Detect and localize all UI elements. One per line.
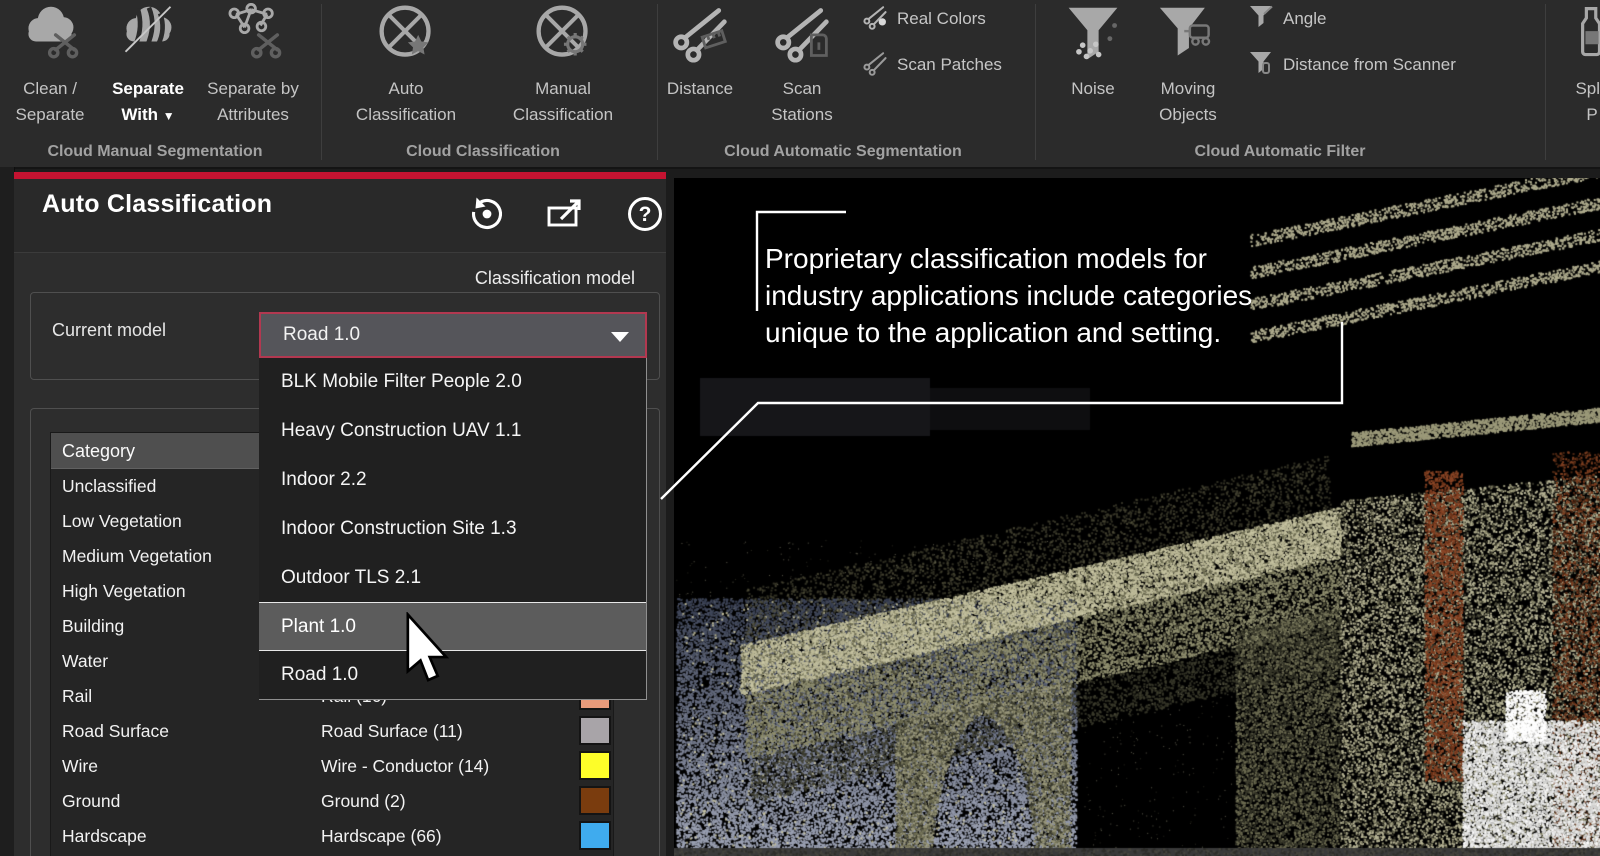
funnel-truck-icon xyxy=(1158,3,1218,68)
classification-model-label: Classification model xyxy=(470,268,640,289)
callout-line: unique to the application and setting. xyxy=(765,314,1350,351)
cloud-scissors-icon xyxy=(20,3,80,68)
category-color-swatch[interactable] xyxy=(579,751,611,780)
ribbon-button-manual-classification[interactable]: ManualClassification xyxy=(493,0,633,140)
panel-title: Auto Classification xyxy=(42,190,272,219)
current-model-select[interactable]: Road 1.0 xyxy=(259,312,647,358)
category-row-road-surface[interactable]: Road Surface Road Surface (11) xyxy=(51,714,613,749)
scissors-doc-icon xyxy=(772,3,832,68)
ribbon-button-label: Separate byAttributes xyxy=(207,76,299,128)
ribbon-button-label: ManualClassification xyxy=(513,76,613,128)
callout-text: Proprietary classification models for in… xyxy=(765,240,1350,351)
category-name: Water xyxy=(62,644,108,679)
dropdown-item-indoor-construction-site-1-3[interactable]: Indoor Construction Site 1.3 xyxy=(259,505,646,554)
dropdown-item-blk-mobile-filter-people-2-0[interactable]: BLK Mobile Filter People 2.0 xyxy=(259,358,646,407)
panel-accent-bar xyxy=(14,172,666,179)
callout-line: industry applications include categories xyxy=(765,277,1350,314)
dropdown-item-outdoor-tls-2-1[interactable]: Outdoor TLS 2.1 xyxy=(259,553,646,602)
ribbon-button-label: SplitP xyxy=(1575,76,1600,128)
category-name: Road Surface xyxy=(62,714,169,749)
ribbon-button-label: Noise xyxy=(1071,76,1114,102)
ribbon-button-angle[interactable]: Angle xyxy=(1248,2,1326,36)
ribbon-button-label: AutoClassification xyxy=(356,76,456,128)
scissors-ruler-icon xyxy=(670,3,730,68)
dropdown-item-indoor-2-2[interactable]: Indoor 2.2 xyxy=(259,456,646,505)
application-window: Clean /Separate SeparateWith ▼ Separate by… xyxy=(0,0,1600,856)
ribbon-button-distance-from-scanner[interactable]: Distance from Scanner xyxy=(1248,48,1456,82)
category-value: Road Surface (11) xyxy=(321,714,463,749)
ribbon-button-split[interactable]: SplitP xyxy=(1522,0,1600,140)
category-value: Hardscape (66) xyxy=(321,819,442,854)
ribbon-button-auto-classification[interactable]: AutoClassification xyxy=(336,0,476,140)
category-name: Ground xyxy=(62,784,120,819)
category-color-swatch[interactable] xyxy=(579,716,611,745)
callout-line: Proprietary classification models for xyxy=(765,240,1350,277)
category-name: Low Vegetation xyxy=(62,504,182,539)
current-model-label: Current model xyxy=(52,320,166,341)
dropdown-item-road-1-0[interactable]: Road 1.0 xyxy=(259,651,646,700)
network-scissors-icon xyxy=(223,3,283,68)
scissors-ball-icon xyxy=(862,4,888,35)
scissors-small-icon xyxy=(862,50,888,81)
ribbon-small-label: Scan Patches xyxy=(897,55,1002,75)
ribbon-button-label: ScanStations xyxy=(771,76,832,128)
category-color-swatch[interactable] xyxy=(579,821,611,850)
ribbon-button-label: SeparateWith ▼ xyxy=(112,76,184,129)
reset-icon[interactable] xyxy=(466,193,508,235)
category-name: High Vegetation xyxy=(62,574,186,609)
chevron-down-icon: ▼ xyxy=(163,109,175,123)
bottle-icon xyxy=(1562,3,1600,68)
left-gutter xyxy=(0,167,15,856)
ribbon-group-title: Cloud Automatic Segmentation xyxy=(724,143,962,161)
funnel-pencil-icon xyxy=(1248,4,1274,35)
ribbon-button-real-colors[interactable]: Real Colors xyxy=(862,2,986,36)
category-name: Wire xyxy=(62,749,98,784)
ribbon-group-title: Cloud Manual Segmentation xyxy=(47,143,262,161)
category-name: Unclassified xyxy=(62,469,156,504)
ribbon-button-moving-objects[interactable]: MovingObjects xyxy=(1118,0,1258,140)
funnel-dots-icon xyxy=(1063,3,1123,68)
ribbon-toolbar: Clean /Separate SeparateWith ▼ Separate by… xyxy=(0,0,1600,169)
ribbon-button-label: MovingObjects xyxy=(1159,76,1217,128)
ribbon-small-label: Real Colors xyxy=(897,9,986,29)
category-color-swatch[interactable] xyxy=(579,786,611,815)
ribbon-button-scan-patches[interactable]: Scan Patches xyxy=(862,48,1002,82)
popout-icon[interactable] xyxy=(544,193,586,235)
dropdown-item-heavy-construction-uav-1-1[interactable]: Heavy Construction UAV 1.1 xyxy=(259,407,646,456)
funnel-scanner-icon xyxy=(1248,50,1274,81)
chevron-down-icon xyxy=(611,332,629,342)
svg-text:?: ? xyxy=(639,203,652,226)
ribbon-small-label: Distance from Scanner xyxy=(1283,55,1456,75)
model-dropdown-list: BLK Mobile Filter People 2.0Heavy Constr… xyxy=(259,358,647,700)
category-name: Rail xyxy=(62,679,92,714)
category-value: Ground (2) xyxy=(321,784,406,819)
header-separator xyxy=(14,252,666,253)
ribbon-group-title: Cloud Automatic Filter xyxy=(1195,143,1366,161)
auto-classification-panel: Auto Classification ? Classification mod… xyxy=(14,172,666,856)
help-icon[interactable]: ? xyxy=(624,193,666,235)
category-row-ground[interactable]: Ground Ground (2) xyxy=(51,784,613,819)
ribbon-small-label: Angle xyxy=(1283,9,1326,29)
ribbon-button-label: Clean /Separate xyxy=(16,76,85,128)
category-row-hardscape[interactable]: Hardscape Hardscape (66) xyxy=(51,819,613,854)
ribbon-button-separate-by-attributes[interactable]: Separate byAttributes xyxy=(183,0,323,140)
pie-gear-icon xyxy=(533,3,593,68)
dropdown-item-plant-1-0[interactable]: Plant 1.0 xyxy=(259,602,646,651)
pie-star-icon xyxy=(376,3,436,68)
category-row-wire[interactable]: Wire Wire - Conductor (14) xyxy=(51,749,613,784)
ribbon-button-label: Distance xyxy=(667,76,733,102)
ribbon-button-scan-stations[interactable]: ScanStations xyxy=(732,0,872,140)
mouse-cursor xyxy=(404,612,450,688)
category-name: Hardscape xyxy=(62,819,147,854)
cloud-stripes-icon xyxy=(118,3,178,68)
category-name: Building xyxy=(62,609,124,644)
ribbon-group-title: Cloud Classification xyxy=(406,143,560,161)
current-model-value: Road 1.0 xyxy=(283,324,360,345)
category-name: Medium Vegetation xyxy=(62,539,212,574)
category-value: Wire - Conductor (14) xyxy=(321,749,489,784)
